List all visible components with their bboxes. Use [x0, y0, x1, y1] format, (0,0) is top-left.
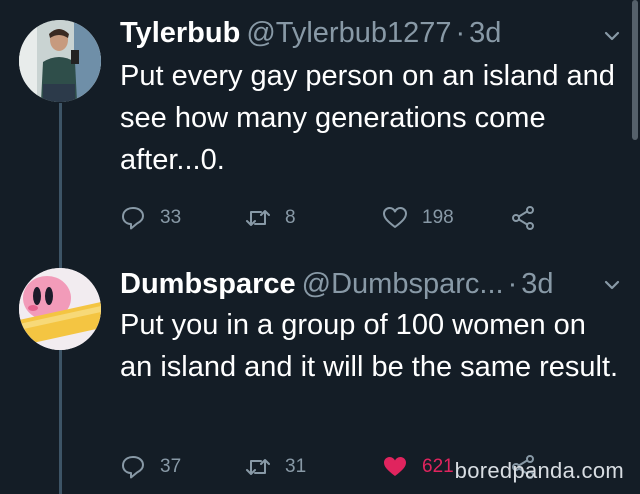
reply-icon [122, 207, 144, 230]
retweet-count: 31 [285, 456, 307, 477]
retweet-icon [246, 459, 270, 475]
reply-icon [122, 456, 144, 479]
separator-dot: · [507, 268, 518, 300]
reply-button[interactable]: 37 [120, 449, 181, 485]
chevron-down-icon[interactable] [602, 275, 622, 295]
retweet-button[interactable]: 8 [245, 200, 296, 236]
like-button[interactable]: 621 [382, 449, 454, 485]
chevron-down-icon[interactable] [602, 26, 622, 46]
like-button[interactable]: 198 [382, 200, 454, 236]
tweet-header: Dumbsparce @Dumbsparc... · 3d [120, 265, 600, 303]
retweet-icon [246, 210, 270, 226]
retweet-button[interactable]: 31 [245, 449, 306, 485]
display-name[interactable]: Tylerbub [120, 17, 240, 49]
like-count: 621 [422, 456, 454, 477]
user-handle[interactable]: @Tylerbub1277 [246, 17, 451, 49]
user-handle[interactable]: @Dumbsparc... [302, 268, 504, 300]
profile-photo-icon [19, 268, 101, 350]
profile-photo-icon [19, 20, 101, 102]
like-count: 198 [422, 207, 454, 228]
tweet-header: Tylerbub @Tylerbub1277 · 3d [120, 14, 600, 52]
watermark: boredpanda.com [454, 458, 624, 483]
tweet-text: Put every gay person on an island and se… [120, 60, 615, 176]
display-name[interactable]: Dumbsparce [120, 268, 296, 300]
share-button[interactable] [510, 200, 550, 236]
reply-count: 33 [160, 207, 182, 228]
heart-icon [383, 207, 407, 228]
tweet-actions: 33 8 198 [120, 200, 580, 236]
tweet-text: Put you in a group of 100 women on an is… [120, 309, 619, 383]
timestamp[interactable]: 3d [521, 268, 553, 300]
separator-dot: · [455, 17, 466, 49]
scrollbar[interactable] [632, 0, 638, 140]
tweet[interactable]: Tylerbub @Tylerbub1277 · 3d Put every gay p… [0, 0, 640, 255]
avatar[interactable] [19, 268, 101, 350]
avatar[interactable] [19, 20, 101, 102]
heart-filled-icon [384, 457, 406, 476]
reply-count: 37 [160, 456, 182, 477]
reply-button[interactable]: 33 [120, 200, 181, 236]
timestamp[interactable]: 3d [469, 17, 501, 49]
share-icon [512, 206, 534, 230]
retweet-count: 8 [285, 207, 296, 228]
